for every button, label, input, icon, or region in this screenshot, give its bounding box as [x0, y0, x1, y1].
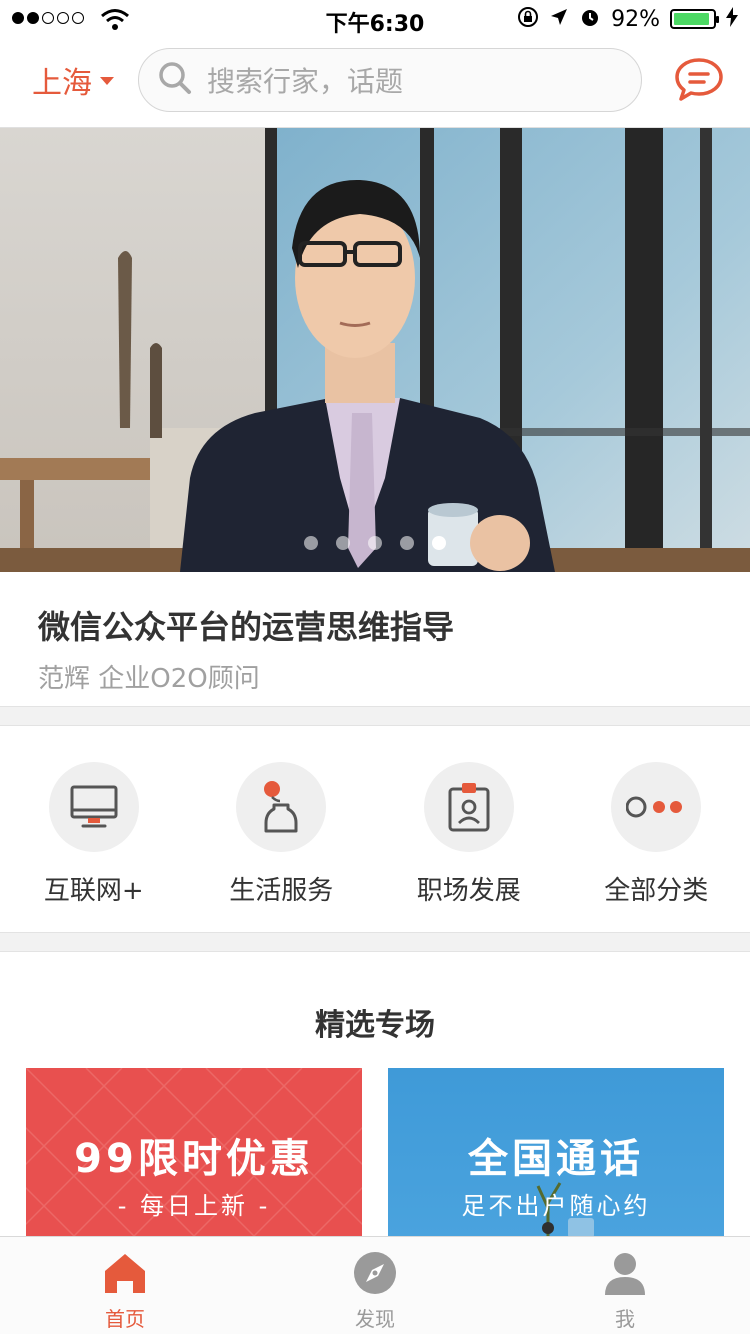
bottom-tab-bar: 首页 发现 我 [0, 1236, 750, 1334]
category-label: 全部分类 [604, 876, 709, 906]
promo-card-call[interactable]: 全国通话 足不出户随心约 [388, 1068, 724, 1238]
home-icon [103, 1251, 147, 1299]
section-title: 精选专场 [315, 1008, 435, 1043]
message-button[interactable] [674, 56, 724, 106]
carousel-dot[interactable] [400, 536, 414, 550]
top-header: 上海 搜索行家，话题 [0, 40, 750, 128]
promo-subtitle: 足不出户随心约 [461, 1192, 651, 1220]
category-life-service[interactable]: 生活服务 [188, 726, 376, 932]
category-label: 生活服务 [229, 876, 334, 906]
carousel-dot[interactable] [432, 536, 446, 550]
promo-card-discount[interactable]: 99限时优惠 - 每日上新 - [26, 1068, 362, 1238]
battery-percent: 92% [611, 6, 660, 32]
city-label: 上海 [32, 66, 92, 101]
promo-title: 99限时优惠 [74, 1136, 314, 1182]
flower-vase-icon [236, 762, 327, 852]
badge-icon [423, 762, 514, 852]
compass-icon [353, 1251, 397, 1299]
carousel-dot[interactable] [336, 536, 350, 550]
category-career[interactable]: 职场发展 [375, 726, 563, 932]
search-bar[interactable]: 搜索行家，话题 [138, 48, 642, 112]
banner-carousel[interactable] [0, 128, 750, 572]
category-label: 职场发展 [416, 876, 521, 906]
section-divider [0, 706, 750, 726]
status-bar: 下午6:30 92% [0, 0, 750, 40]
feature-subtitle: 范辉 企业O2O顾问 [38, 664, 260, 694]
chat-bubble-icon [674, 58, 724, 106]
tab-discover[interactable]: 发现 [250, 1237, 500, 1334]
city-selector[interactable]: 上海 [32, 58, 114, 102]
carousel-dot[interactable] [304, 536, 318, 550]
promo-title: 全国通话 [468, 1136, 644, 1182]
charging-bolt-icon [726, 7, 738, 31]
search-placeholder: 搜索行家，话题 [207, 65, 404, 98]
banner-photo [0, 128, 750, 572]
carousel-dots[interactable] [0, 536, 750, 550]
promo-subtitle: - 每日上新 - [117, 1192, 271, 1220]
featured-topic[interactable]: 微信公众平台的运营思维指导 范辉 企业O2O顾问 [0, 572, 750, 706]
tab-home[interactable]: 首页 [0, 1237, 250, 1334]
more-dots-icon [611, 762, 702, 852]
category-grid: 互联网+ 生活服务 职场发展 全部分类 [0, 726, 750, 932]
tab-me[interactable]: 我 [500, 1237, 750, 1334]
tab-label: 首页 [105, 1307, 145, 1331]
category-internet[interactable]: 互联网+ [0, 726, 188, 932]
monitor-icon [48, 762, 139, 852]
search-icon [157, 60, 193, 100]
tab-label: 发现 [355, 1307, 395, 1331]
category-all[interactable]: 全部分类 [563, 726, 750, 932]
caret-down-icon [100, 77, 114, 85]
category-label: 互联网+ [43, 876, 144, 906]
rotation-lock-icon [517, 6, 539, 32]
location-arrow-icon [549, 7, 569, 31]
tab-label: 我 [615, 1307, 635, 1331]
person-icon [603, 1251, 647, 1299]
battery-icon [670, 9, 719, 29]
section-divider [0, 932, 750, 952]
feature-title: 微信公众平台的运营思维指导 [38, 608, 455, 646]
carousel-dot[interactable] [368, 536, 382, 550]
alarm-icon [579, 6, 601, 32]
